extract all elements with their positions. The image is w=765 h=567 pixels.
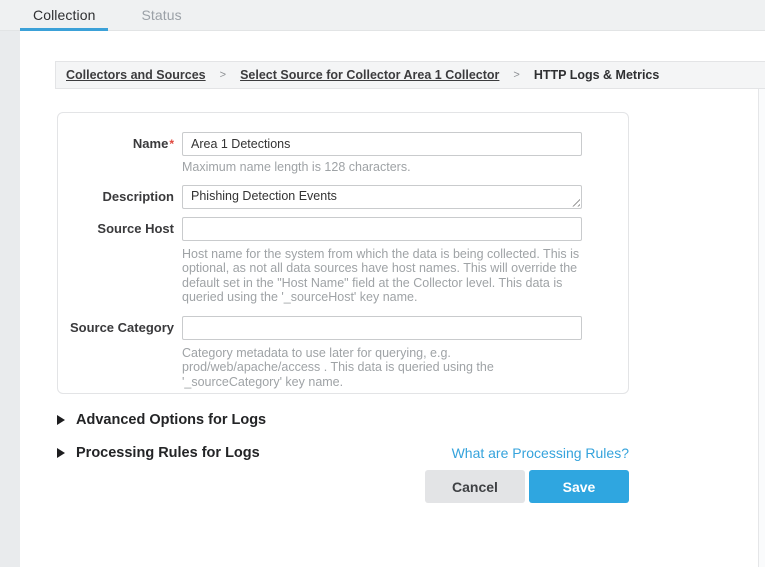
main-column: Name* Maximum name length is 128 charact… — [57, 112, 629, 503]
cancel-button[interactable]: Cancel — [425, 470, 525, 503]
tab-status[interactable]: Status — [128, 0, 194, 30]
processing-rules-section-toggle[interactable]: Processing Rules for Logs — [57, 445, 260, 461]
source-category-row: Source Category — [58, 316, 628, 340]
tab-collection-label: Collection — [33, 7, 95, 23]
source-form-panel: Name* Maximum name length is 128 charact… — [57, 112, 629, 394]
scroll-gutter — [758, 89, 765, 567]
caret-right-icon — [57, 415, 65, 425]
source-host-row: Source Host — [58, 217, 628, 241]
source-category-input[interactable] — [182, 316, 582, 340]
breadcrumb: Collectors and Sources > Select Source f… — [55, 61, 765, 89]
breadcrumb-separator: > — [220, 69, 226, 81]
tab-status-label: Status — [141, 7, 181, 23]
source-category-hint: Category metadata to use later for query… — [182, 346, 586, 390]
caret-right-icon — [57, 448, 65, 458]
breadcrumb-current-page: HTTP Logs & Metrics — [534, 68, 659, 82]
name-label: Name* — [58, 132, 174, 156]
name-hint: Maximum name length is 128 characters. — [182, 160, 586, 175]
breadcrumb-link-select-source[interactable]: Select Source for Collector Area 1 Colle… — [240, 68, 499, 82]
source-category-label: Source Category — [58, 316, 174, 340]
form-actions: Cancel Save — [57, 470, 629, 503]
source-host-input[interactable] — [182, 217, 582, 241]
source-host-label: Source Host — [58, 217, 174, 241]
name-input[interactable] — [182, 132, 582, 156]
processing-rules-section-row: Processing Rules for Logs What are Proce… — [57, 445, 629, 461]
description-label: Description — [58, 185, 174, 209]
breadcrumb-separator: > — [513, 69, 519, 81]
what-are-processing-rules-link[interactable]: What are Processing Rules? — [452, 445, 629, 461]
source-config-page: Collection Status Collectors and Sources… — [0, 0, 765, 567]
tab-collection[interactable]: Collection — [20, 0, 108, 30]
content-area: Collectors and Sources > Select Source f… — [20, 31, 765, 567]
required-asterisk: * — [169, 137, 174, 151]
top-tab-bar: Collection Status — [0, 0, 765, 31]
advanced-options-title: Advanced Options for Logs — [76, 412, 266, 428]
processing-rules-title: Processing Rules for Logs — [76, 445, 260, 461]
advanced-options-section-toggle[interactable]: Advanced Options for Logs — [57, 412, 629, 428]
name-row: Name* — [58, 132, 628, 156]
active-tab-underline — [20, 28, 108, 31]
breadcrumb-link-collectors-and-sources[interactable]: Collectors and Sources — [66, 68, 206, 82]
description-row: Description Phishing Detection Events — [58, 185, 628, 209]
description-textarea[interactable]: Phishing Detection Events — [182, 185, 582, 209]
source-host-hint: Host name for the system from which the … — [182, 247, 586, 305]
save-button[interactable]: Save — [529, 470, 629, 503]
